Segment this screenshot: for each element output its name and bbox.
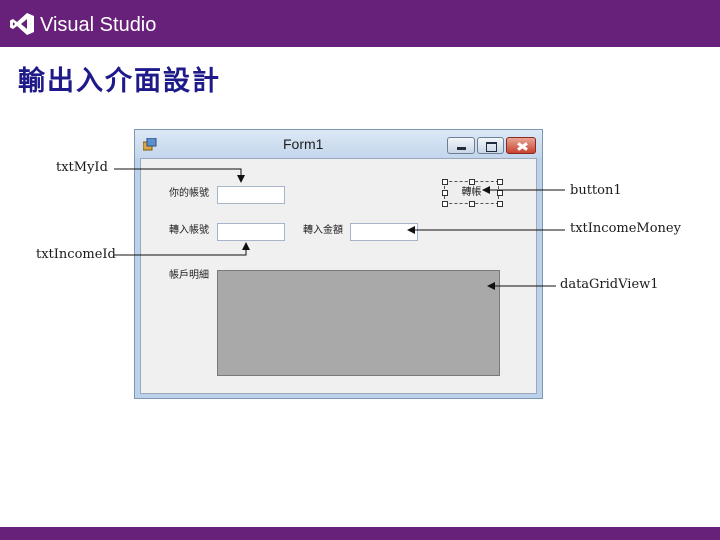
callout-arrows bbox=[114, 168, 565, 290]
arrow-txt-my-id bbox=[114, 168, 245, 183]
arrow-txt-income-id bbox=[114, 242, 250, 256]
bottom-bar bbox=[0, 527, 720, 540]
